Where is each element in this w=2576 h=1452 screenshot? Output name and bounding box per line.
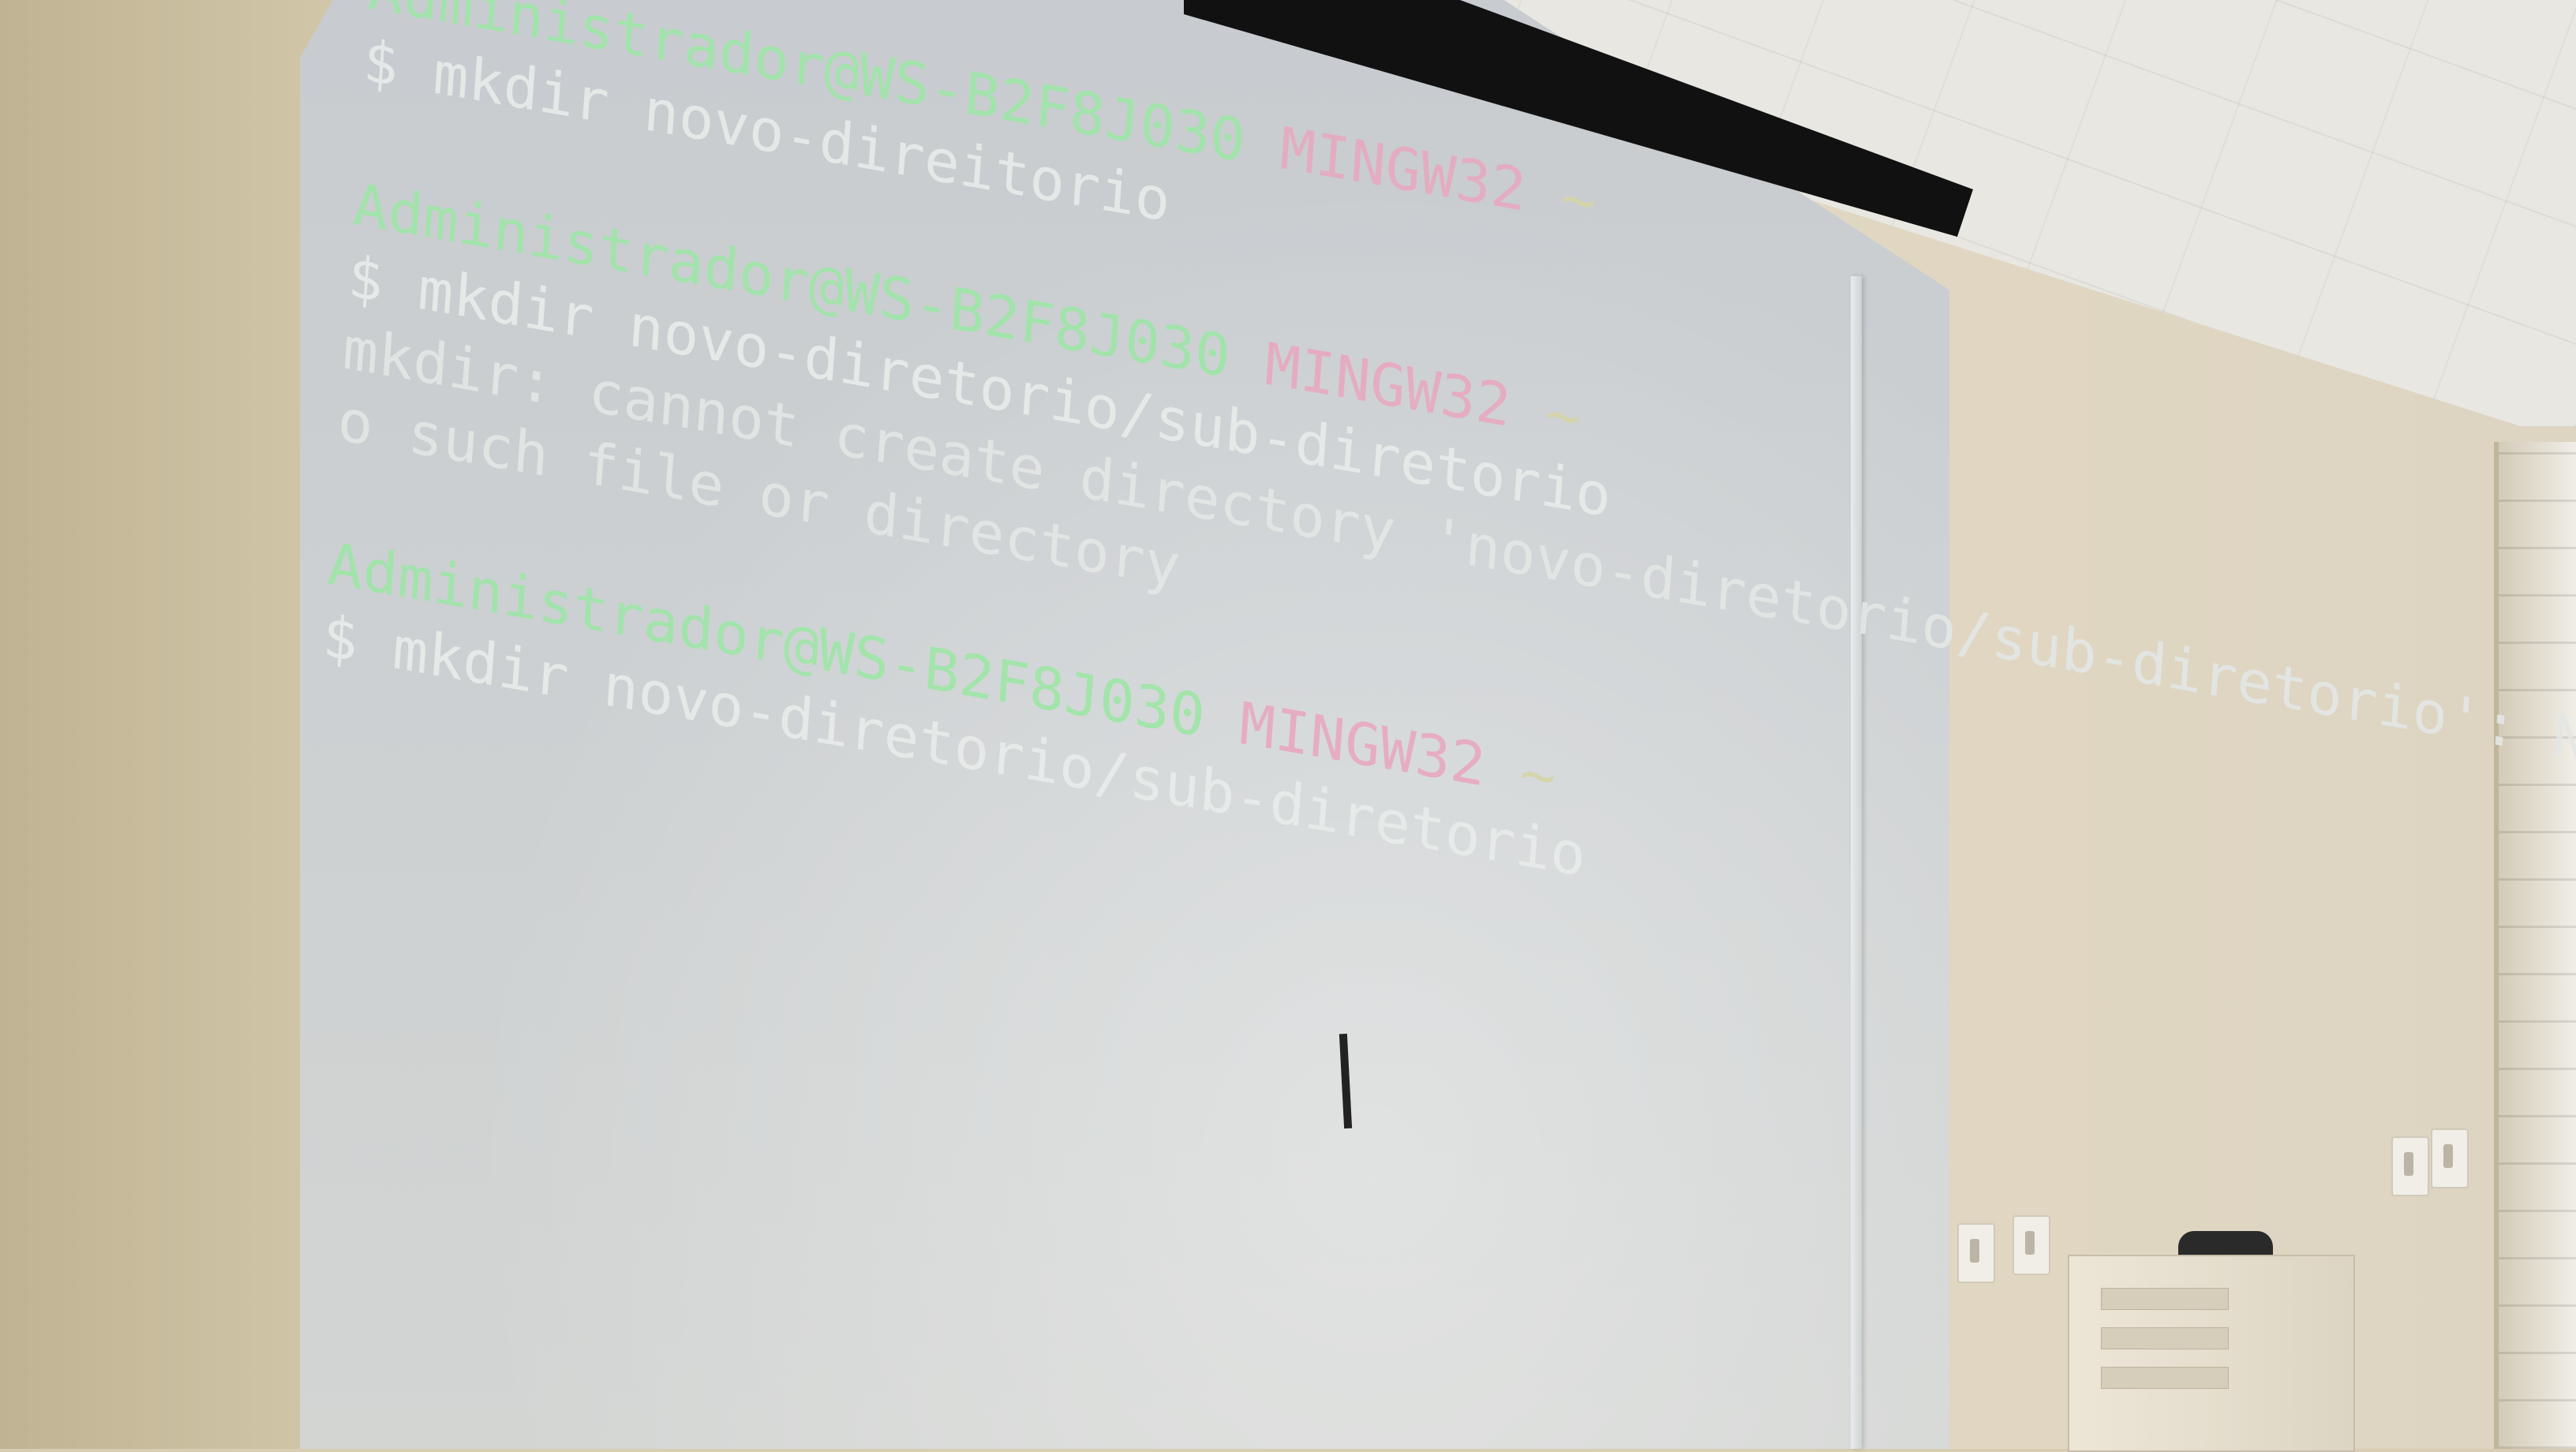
wall-outlet	[2391, 1136, 2429, 1196]
prompt-path: ~	[1558, 163, 1599, 238]
wall-outlet	[2431, 1128, 2469, 1188]
window-blinds	[2494, 442, 2576, 1449]
wall-outlet	[1957, 1223, 1995, 1283]
drive-bay	[2101, 1327, 2229, 1349]
computer-tower	[2068, 1255, 2355, 1452]
screen-edge	[1851, 276, 1862, 1449]
wall-outlet	[2012, 1215, 2050, 1275]
prompt-path: ~	[1543, 379, 1584, 453]
left-wall	[0, 0, 331, 1449]
drive-bay	[2101, 1367, 2229, 1389]
prompt-path: ~	[1518, 739, 1559, 813]
drive-bay	[2101, 1288, 2229, 1310]
